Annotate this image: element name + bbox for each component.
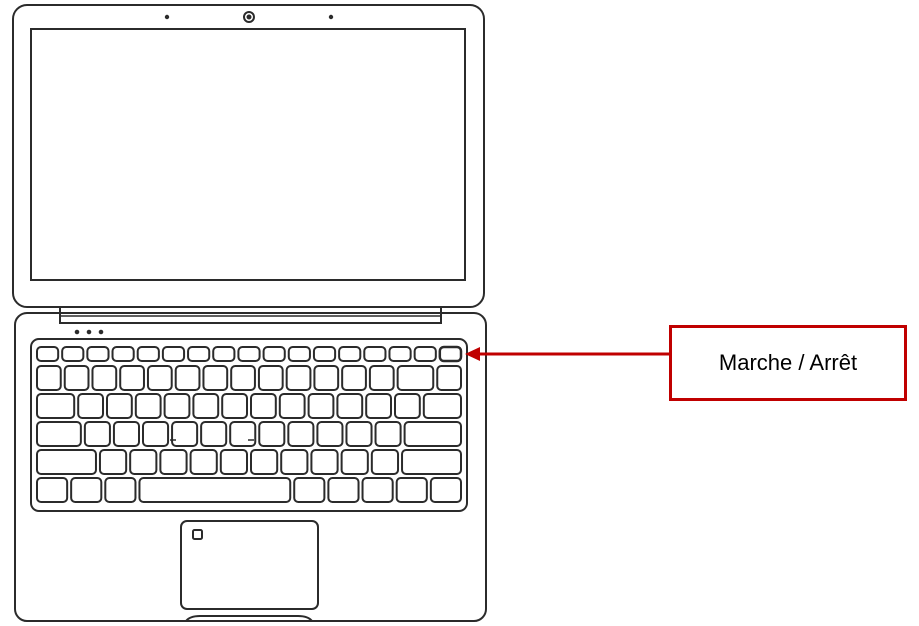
keyboard-key [142,421,170,447]
keyboard-key [313,365,340,391]
square-icon [192,529,203,540]
callout-arrow [465,347,669,361]
microphone-left-icon [164,14,170,20]
keyboard-key [230,365,256,391]
function-key [262,346,286,362]
keyboard-key [200,421,228,447]
indicator-dot [86,329,92,335]
keyboard-key [63,365,90,391]
keyboard-key [436,365,462,391]
keyboard [36,345,463,503]
keyboard-key [91,365,118,391]
keyboard-key [189,449,218,475]
function-key [312,346,337,362]
function-key [161,346,186,362]
keyboard-key [429,477,463,503]
keyboard-key [336,393,364,419]
function-key [136,346,160,362]
keyboard-key [98,449,128,475]
keyboard-key [403,421,463,447]
function-key [111,346,135,362]
power-callout-label: Marche / Arrêt [718,350,858,375]
keyboard-key [422,393,462,419]
indicator-dot [98,329,104,335]
keyboard-key [129,449,158,475]
keyboard-key [192,393,220,419]
laptop-screen [30,28,466,281]
keyboard-key [370,449,400,475]
keyboard-key [250,393,277,419]
keyboard-key [316,421,344,447]
keyboard-key [83,421,111,447]
keyboard-key [229,421,257,447]
indicator-dot [74,329,80,335]
keyboard-key [36,421,82,447]
keyboard-key [257,365,284,391]
power-button [438,345,463,363]
keyboard-key [327,477,360,503]
laptop-diagram [12,4,669,622]
keyboard-key [77,393,104,419]
webcam-lens [246,14,252,20]
function-key [338,346,362,362]
keyboard-key [368,365,395,391]
function-key [287,346,311,362]
laptop-lid [12,4,485,308]
keyboard-key [202,365,229,391]
spacebar-key [138,477,292,503]
keyboard-key [394,393,421,419]
keyboard-key [401,449,463,475]
keyboard-key [374,421,402,447]
keyboard-key [285,365,312,391]
keyboard-key [119,365,145,391]
keyboard-key [280,449,309,475]
keyboard-key [36,393,76,419]
keyboard-key [278,393,306,419]
keyboard-key [134,393,162,419]
keyboard-key [310,449,339,475]
keyboard-key [219,449,249,475]
keyboard-key [250,449,279,475]
function-key [237,346,261,362]
keyboard-key [70,477,103,503]
function-key [61,346,85,362]
keyboard-key [146,365,173,391]
keyboard-key [345,421,373,447]
function-key [413,346,437,362]
microphone-right-icon [328,14,334,20]
keyboard-key [174,365,201,391]
keyboard-key [36,477,69,503]
function-key [212,346,236,362]
keyboard-key [36,449,97,475]
keyboard-deck [30,338,468,512]
keyboard-key [307,393,335,419]
keyboard-key [365,393,393,419]
keyboard-key [258,421,286,447]
keyboard-key [112,421,140,447]
keyboard-key [163,393,191,419]
function-key [36,346,60,362]
function-key [363,346,387,362]
keyboard-key [36,365,62,391]
keyboard-key [159,449,188,475]
indicator-lights [74,329,104,335]
function-key [388,346,412,362]
keyboard-key [396,365,435,391]
power-callout-box: Marche / Arrêt [669,325,907,401]
keyboard-key [221,393,248,419]
keyboard-key [340,449,369,475]
keyboard-key [293,477,326,503]
function-key [187,346,211,362]
keyboard-key [104,477,137,503]
keyboard-key [341,365,367,391]
laptop-hinge [59,307,442,324]
keyboard-key [287,421,315,447]
keyboard-key [395,477,428,503]
function-key [86,346,110,362]
keyboard-key [171,421,199,447]
keyboard-key [106,393,133,419]
keyboard-key [361,477,394,503]
